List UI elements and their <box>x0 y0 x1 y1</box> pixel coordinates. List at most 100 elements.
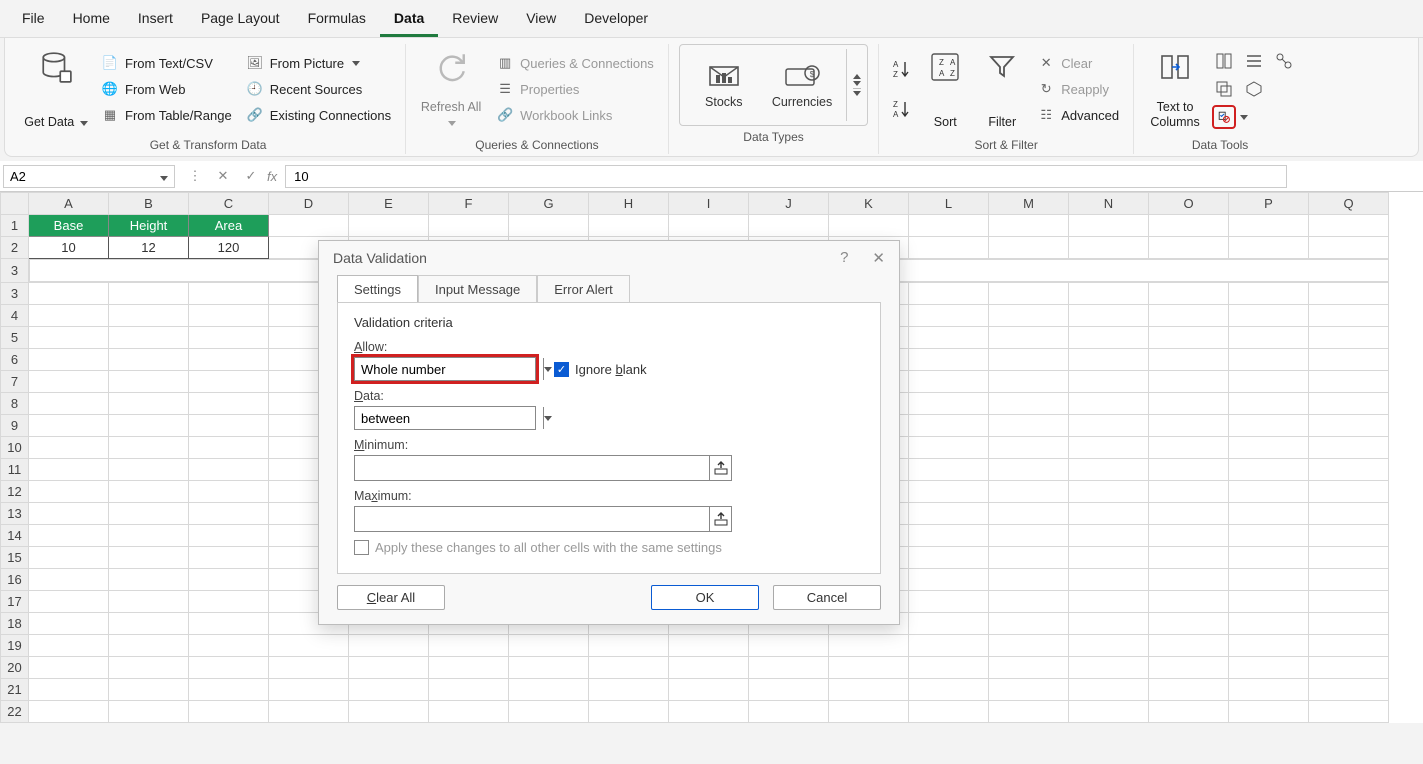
cell[interactable] <box>989 392 1069 414</box>
cell[interactable] <box>1229 656 1309 678</box>
cell[interactable] <box>1149 634 1229 656</box>
cell[interactable] <box>189 326 269 348</box>
cell[interactable] <box>989 414 1069 436</box>
cell[interactable] <box>1149 282 1229 304</box>
cell[interactable] <box>1229 546 1309 568</box>
row-header[interactable]: 1 <box>1 215 29 237</box>
cell[interactable] <box>1149 414 1229 436</box>
dialog-tab-input-message[interactable]: Input Message <box>418 275 537 303</box>
sort-asc-button[interactable]: AZ <box>889 57 913 81</box>
cell[interactable] <box>29 326 109 348</box>
cell[interactable] <box>989 458 1069 480</box>
cell[interactable] <box>989 282 1069 304</box>
cell[interactable] <box>1229 392 1309 414</box>
cell[interactable] <box>1309 458 1389 480</box>
col-header[interactable]: G <box>509 193 589 215</box>
cell[interactable] <box>989 568 1069 590</box>
cell[interactable] <box>29 502 109 524</box>
cell[interactable] <box>109 458 189 480</box>
cell[interactable] <box>989 215 1069 237</box>
more-commands-icon[interactable]: ⋮ <box>183 164 207 188</box>
cell[interactable] <box>1309 326 1389 348</box>
row-header[interactable]: 2 <box>1 237 29 259</box>
queries-connections-button[interactable]: ▥Queries & Connections <box>492 52 658 74</box>
cell[interactable] <box>589 215 669 237</box>
fx-icon[interactable]: fx <box>267 169 277 184</box>
col-header[interactable]: F <box>429 193 509 215</box>
cell[interactable] <box>1069 215 1149 237</box>
cell[interactable] <box>109 502 189 524</box>
cell[interactable] <box>909 370 989 392</box>
enter-entry-icon[interactable]: ✓ <box>239 164 263 188</box>
cell[interactable] <box>1069 656 1149 678</box>
row-header[interactable]: 20 <box>1 656 29 678</box>
cell[interactable] <box>29 700 109 722</box>
cell[interactable] <box>1149 480 1229 502</box>
cell[interactable] <box>29 414 109 436</box>
col-header[interactable]: D <box>269 193 349 215</box>
workbook-links-button[interactable]: 🔗Workbook Links <box>492 104 658 126</box>
cell[interactable] <box>829 656 909 678</box>
cell[interactable] <box>909 612 989 634</box>
relationships-button[interactable] <box>1272 49 1296 73</box>
cell[interactable] <box>269 678 349 700</box>
apply-all-checkbox[interactable]: Apply these changes to all other cells w… <box>354 540 864 555</box>
cell[interactable] <box>29 370 109 392</box>
cell[interactable] <box>509 656 589 678</box>
advanced-filter-button[interactable]: ☷Advanced <box>1033 104 1123 126</box>
tab-insert[interactable]: Insert <box>124 4 187 37</box>
cell[interactable] <box>1149 502 1229 524</box>
cell[interactable] <box>109 612 189 634</box>
cell[interactable] <box>1309 700 1389 722</box>
cell[interactable] <box>1309 436 1389 458</box>
cell[interactable] <box>189 458 269 480</box>
row-header[interactable]: 21 <box>1 678 29 700</box>
cell[interactable] <box>989 326 1069 348</box>
tab-data[interactable]: Data <box>380 4 438 37</box>
cell[interactable] <box>989 678 1069 700</box>
cell[interactable] <box>29 392 109 414</box>
tab-pagelayout[interactable]: Page Layout <box>187 4 294 37</box>
cell[interactable] <box>1309 568 1389 590</box>
cell[interactable] <box>909 480 989 502</box>
cell[interactable] <box>109 436 189 458</box>
sort-desc-button[interactable]: ZA <box>889 97 913 121</box>
data-model-button[interactable] <box>1242 77 1266 101</box>
cell[interactable] <box>269 656 349 678</box>
dialog-tab-error-alert[interactable]: Error Alert <box>537 275 630 303</box>
cell[interactable] <box>509 634 589 656</box>
currencies-type-button[interactable]: $ Currencies <box>758 61 846 109</box>
cell[interactable] <box>189 546 269 568</box>
cell[interactable] <box>1069 700 1149 722</box>
cell[interactable]: Height <box>109 215 189 237</box>
cell[interactable] <box>1229 524 1309 546</box>
cell[interactable] <box>1149 392 1229 414</box>
cell[interactable] <box>509 700 589 722</box>
cell[interactable] <box>669 656 749 678</box>
cell[interactable] <box>189 392 269 414</box>
cell[interactable] <box>909 700 989 722</box>
existing-connections-button[interactable]: 🔗Existing Connections <box>242 104 395 126</box>
cell[interactable] <box>29 458 109 480</box>
cell[interactable] <box>749 215 829 237</box>
cell[interactable] <box>989 590 1069 612</box>
cell[interactable]: Area <box>189 215 269 237</box>
cell[interactable] <box>1149 524 1229 546</box>
cell[interactable] <box>429 634 509 656</box>
cell[interactable] <box>429 656 509 678</box>
cell[interactable] <box>1149 656 1229 678</box>
cell[interactable] <box>909 237 989 259</box>
cell[interactable] <box>349 215 429 237</box>
close-icon[interactable]: ✕ <box>872 249 885 267</box>
cell[interactable] <box>1149 678 1229 700</box>
cell[interactable] <box>989 546 1069 568</box>
name-box[interactable] <box>3 165 175 188</box>
cell[interactable] <box>189 502 269 524</box>
cell[interactable] <box>909 436 989 458</box>
cell[interactable] <box>1069 524 1149 546</box>
cell[interactable] <box>509 678 589 700</box>
cell[interactable] <box>1229 326 1309 348</box>
cell[interactable] <box>1229 612 1309 634</box>
row-header[interactable]: 18 <box>1 612 29 634</box>
row-header[interactable]: 11 <box>1 458 29 480</box>
